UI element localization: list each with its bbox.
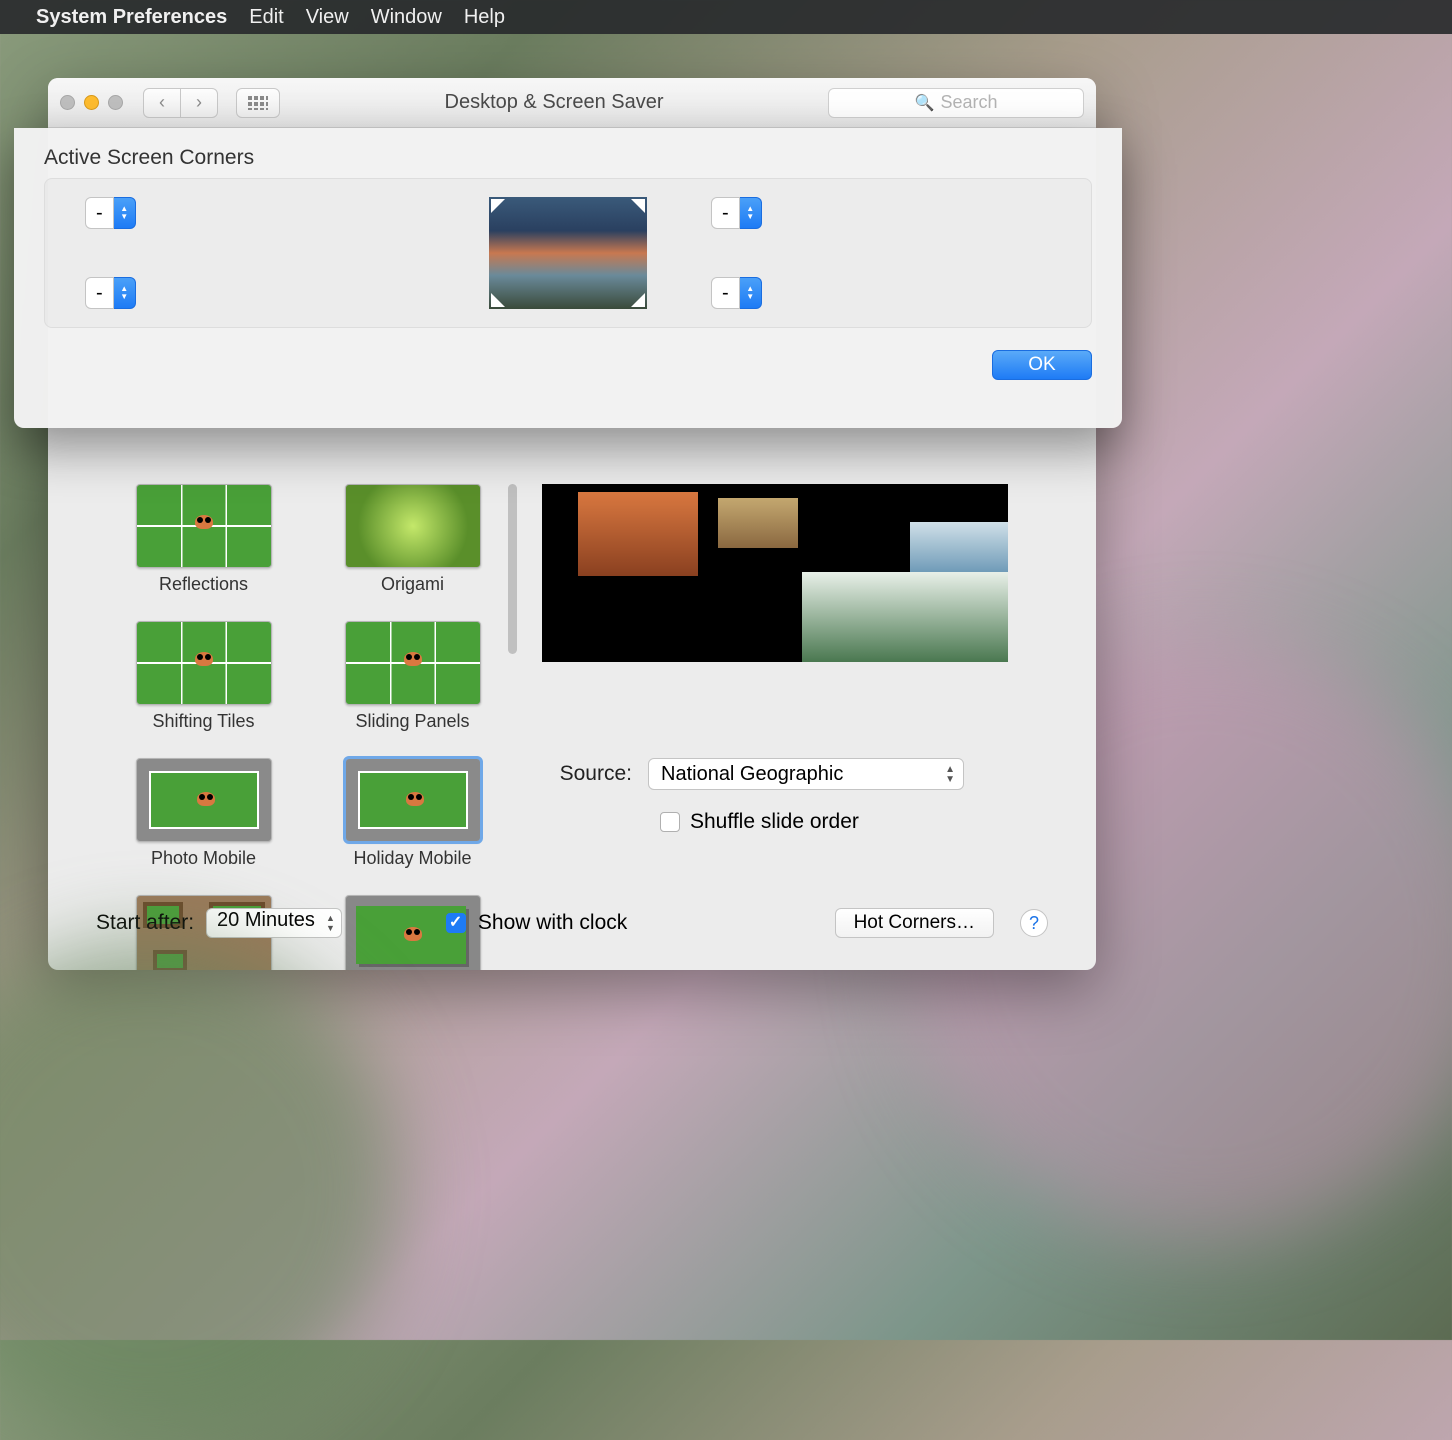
saver-sliding-panels[interactable]: Sliding Panels <box>317 621 508 732</box>
grid-icon <box>248 96 268 110</box>
corner-tr-value: - <box>722 202 729 225</box>
show-clock-label: Show with clock <box>478 911 627 935</box>
saver-holiday-mobile[interactable]: Holiday Mobile <box>317 758 508 869</box>
menu-window[interactable]: Window <box>371 6 442 29</box>
menu-help[interactable]: Help <box>464 6 505 29</box>
corner-br-value: - <box>722 282 729 305</box>
saver-label: Origami <box>317 574 508 595</box>
menubar: System Preferences Edit View Window Help <box>0 0 1452 34</box>
corner-tl-value: - <box>96 202 103 225</box>
back-button[interactable]: ‹ <box>143 88 181 118</box>
preview-pane: Source: National Geographic Shuffle slid… <box>542 484 1042 874</box>
saver-label: Photo Mobile <box>108 848 299 869</box>
menu-view[interactable]: View <box>306 6 349 29</box>
saver-reflections[interactable]: Reflections <box>108 484 299 595</box>
search-icon: 🔍 <box>915 93 935 113</box>
start-after-value: 20 Minutes <box>217 909 315 931</box>
forward-button[interactable]: › <box>180 88 218 118</box>
chevron-updown-icon <box>740 277 762 309</box>
chevron-updown-icon <box>945 765 955 785</box>
start-after-label: Start after: <box>96 911 194 935</box>
saver-photo-mobile[interactable]: Photo Mobile <box>108 758 299 869</box>
close-button[interactable] <box>60 95 75 110</box>
titlebar: ‹ › Desktop & Screen Saver 🔍 Search <box>48 78 1096 128</box>
corner-indicator-icon <box>491 293 505 307</box>
screensaver-list[interactable]: Reflections Origami Shifting Tiles Slidi… <box>108 484 508 874</box>
source-value: National Geographic <box>661 763 843 786</box>
minimize-button[interactable] <box>84 95 99 110</box>
saver-shifting-tiles[interactable]: Shifting Tiles <box>108 621 299 732</box>
menu-app[interactable]: System Preferences <box>36 6 227 29</box>
source-label: Source: <box>542 762 632 786</box>
shuffle-label: Shuffle slide order <box>690 810 859 834</box>
chevron-updown-icon <box>114 277 136 309</box>
help-button[interactable]: ? <box>1020 909 1048 937</box>
corner-bl-value: - <box>96 282 103 305</box>
saver-origami[interactable]: Origami <box>317 484 508 595</box>
shuffle-checkbox[interactable] <box>660 812 680 832</box>
hot-corners-button[interactable]: Hot Corners… <box>835 908 994 938</box>
saver-label: Sliding Panels <box>317 711 508 732</box>
zoom-button[interactable] <box>108 95 123 110</box>
window-title: Desktop & Screen Saver <box>292 91 816 114</box>
start-after-popup[interactable]: 20 Minutes <box>206 908 342 938</box>
corner-indicator-icon <box>631 293 645 307</box>
corner-indicator-icon <box>631 199 645 213</box>
corner-bottom-left-popup[interactable]: - <box>85 277 425 309</box>
search-placeholder: Search <box>940 92 997 113</box>
chevron-updown-icon <box>114 197 136 229</box>
ok-button[interactable]: OK <box>992 350 1092 380</box>
corner-top-left-popup[interactable]: - <box>85 197 425 229</box>
corner-bottom-right-popup[interactable]: - <box>711 277 1051 309</box>
traffic-lights <box>60 95 123 110</box>
source-popup[interactable]: National Geographic <box>648 758 964 790</box>
screen-preview <box>489 197 647 309</box>
saver-label: Shifting Tiles <box>108 711 299 732</box>
screensaver-preview <box>542 484 1008 662</box>
search-input[interactable]: 🔍 Search <box>828 88 1084 118</box>
chevron-updown-icon <box>740 197 762 229</box>
saver-label: Reflections <box>108 574 299 595</box>
sheet-heading: Active Screen Corners <box>44 146 1092 170</box>
corner-top-right-popup[interactable]: - <box>711 197 1051 229</box>
scrollbar[interactable] <box>508 484 517 654</box>
show-clock-checkbox[interactable] <box>446 913 466 933</box>
hot-corners-sheet: Active Screen Corners - - - - <box>14 128 1122 428</box>
corner-indicator-icon <box>491 199 505 213</box>
menu-edit[interactable]: Edit <box>249 6 283 29</box>
saver-label: Holiday Mobile <box>317 848 508 869</box>
show-all-button[interactable] <box>236 88 280 118</box>
chevron-updown-icon <box>326 913 335 933</box>
